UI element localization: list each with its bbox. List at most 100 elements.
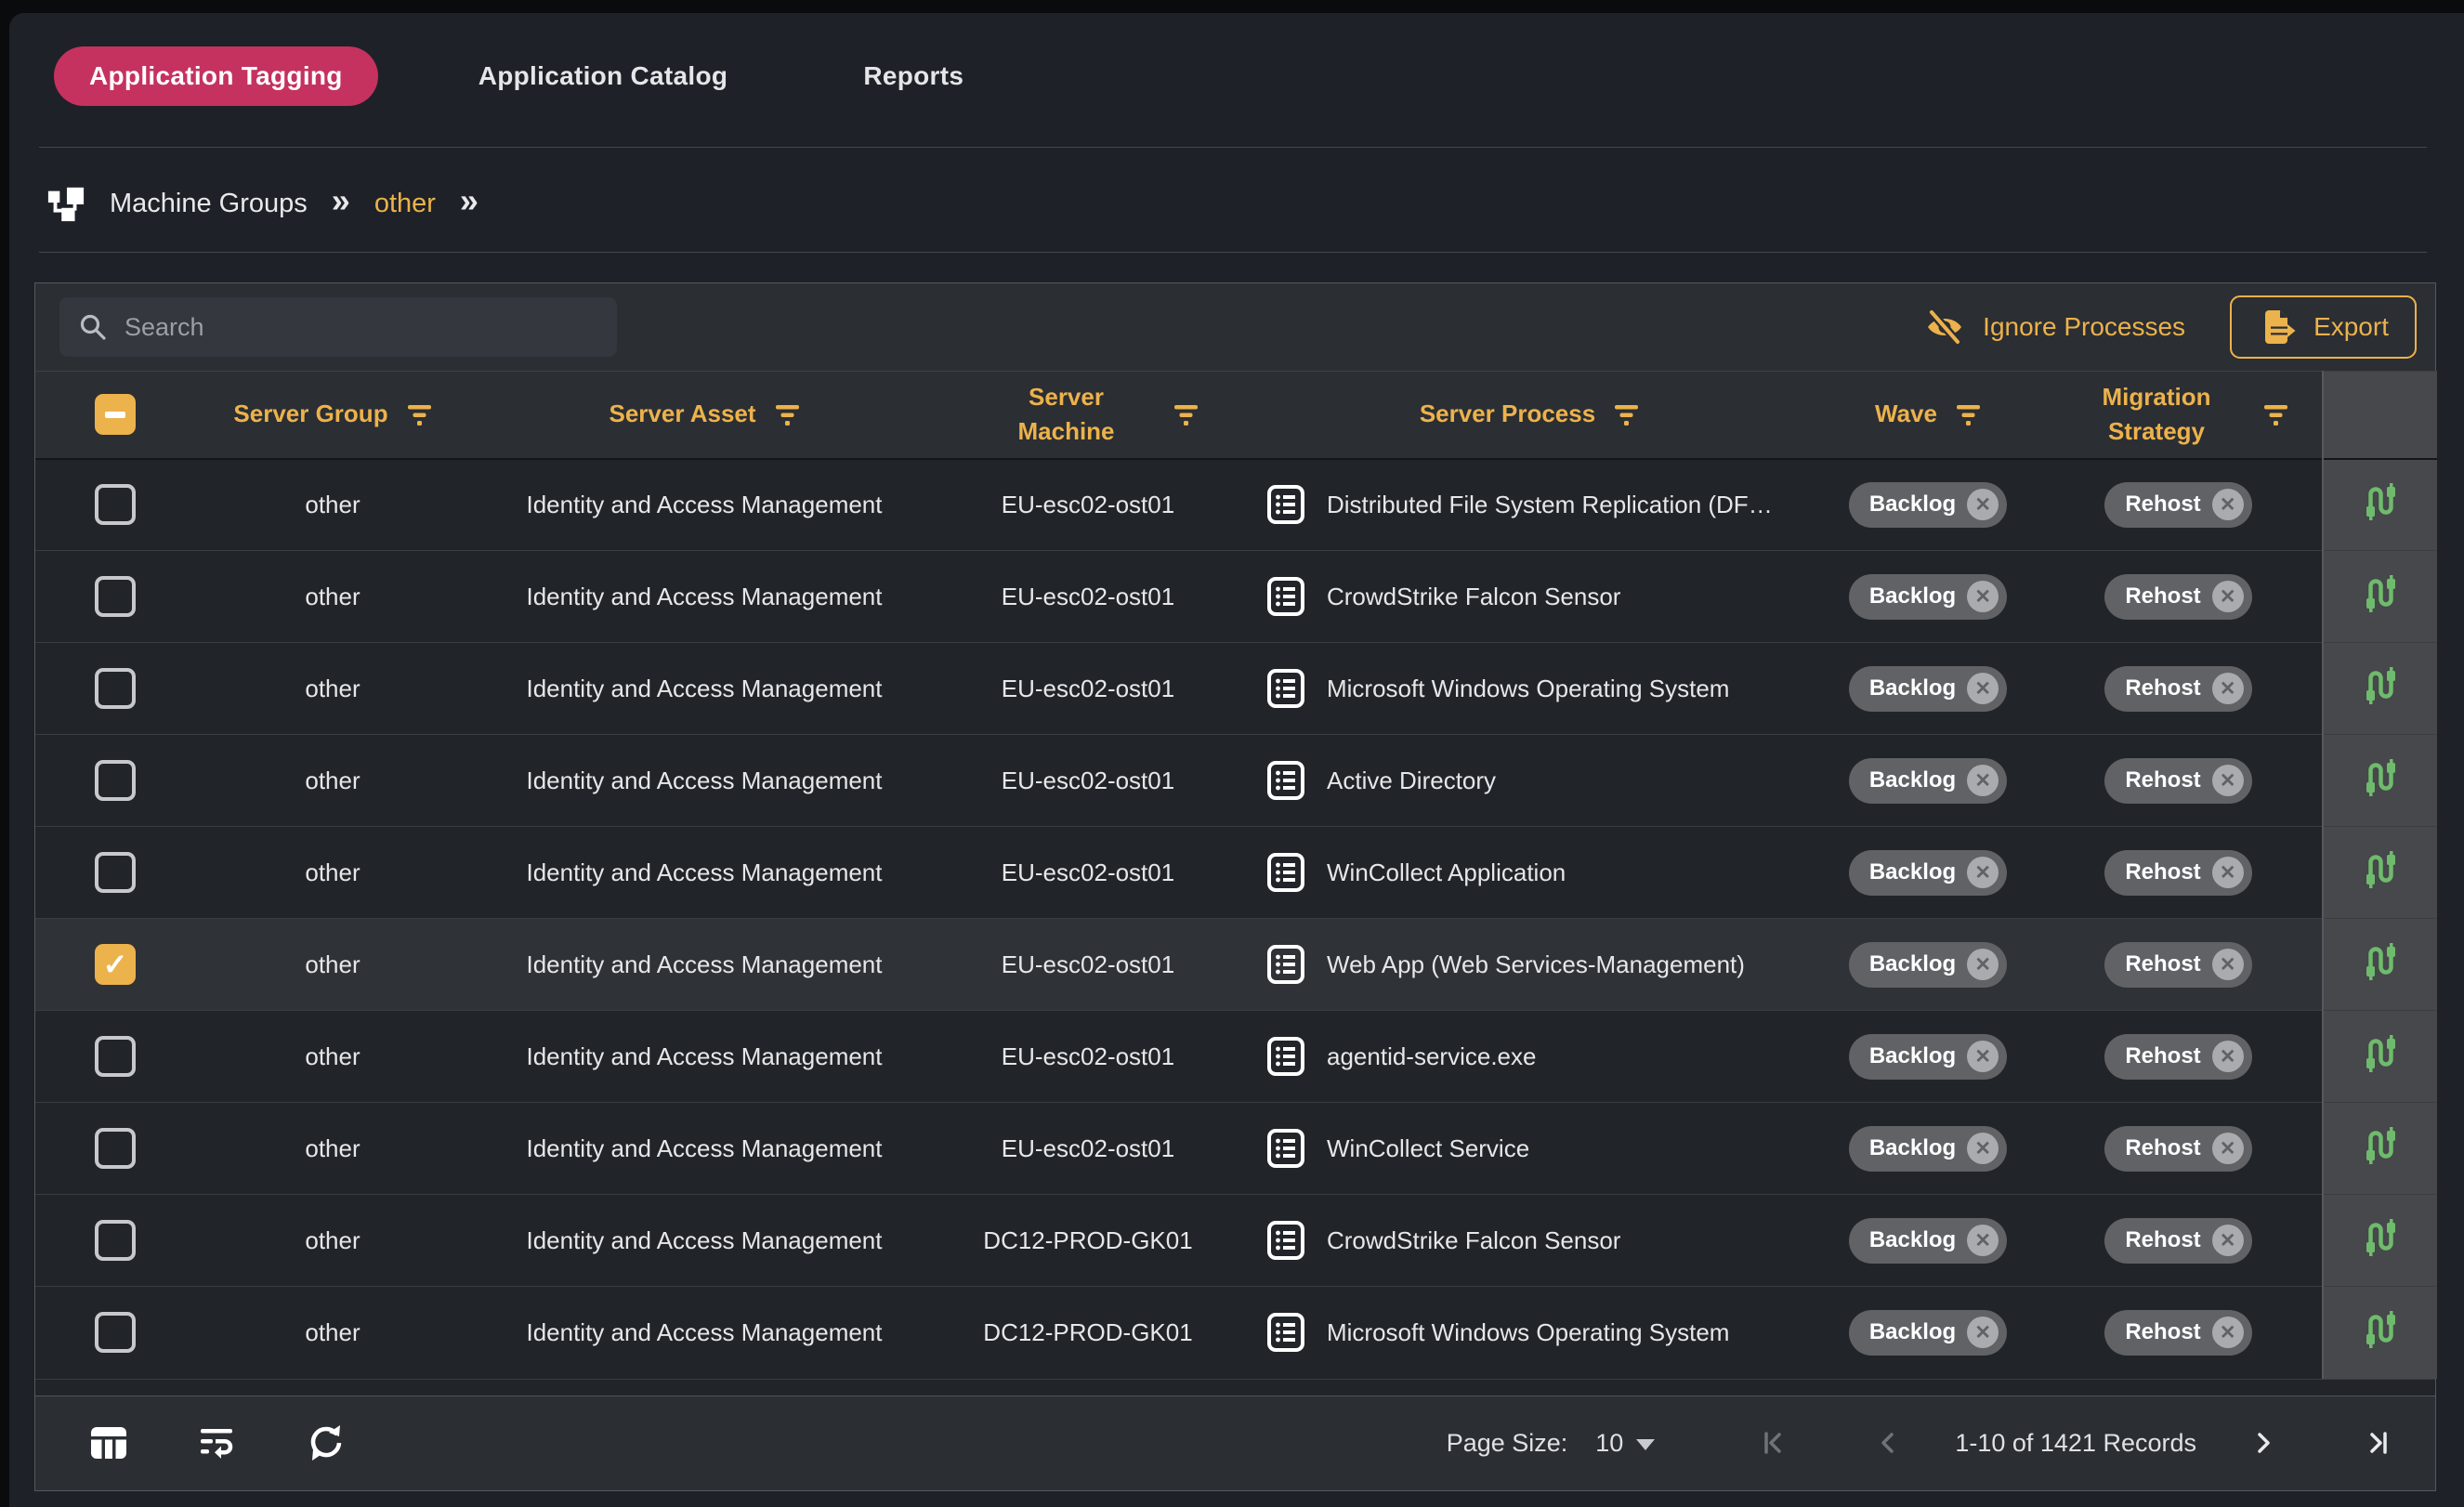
export-icon (2258, 307, 2299, 347)
chip-remove-icon[interactable]: ✕ (1967, 1041, 1999, 1072)
row-checkbox[interactable] (95, 576, 136, 617)
chip-remove-icon[interactable]: ✕ (1967, 857, 1999, 888)
table-row[interactable]: other Identity and Access Management DC1… (35, 1195, 2437, 1287)
search-input[interactable] (125, 313, 598, 342)
next-page-button[interactable] (2248, 1427, 2279, 1459)
migration-strategy-chip[interactable]: Rehost ✕ (2104, 1310, 2251, 1356)
page-size-select[interactable]: 10 (1595, 1429, 1655, 1458)
chip-remove-icon[interactable]: ✕ (1967, 949, 1999, 980)
migration-strategy-chip[interactable]: Rehost ✕ (2104, 482, 2251, 528)
row-checkbox[interactable] (95, 760, 136, 801)
process-connection-icon[interactable] (2358, 479, 2403, 524)
migration-strategy-chip[interactable]: Rehost ✕ (2104, 1218, 2251, 1264)
wave-chip[interactable]: Backlog ✕ (1849, 574, 2007, 620)
process-connection-icon[interactable] (2358, 1123, 2403, 1168)
table-row[interactable]: other Identity and Access Management EU-… (35, 1103, 2437, 1195)
wave-chip[interactable]: Backlog ✕ (1849, 1218, 2007, 1264)
chip-remove-icon[interactable]: ✕ (1967, 673, 1999, 704)
chip-remove-icon[interactable]: ✕ (1967, 489, 1999, 520)
process-connection-icon[interactable] (2358, 571, 2403, 616)
migration-strategy-chip[interactable]: Rehost ✕ (2104, 850, 2251, 896)
process-connection-icon[interactable] (2358, 1031, 2403, 1076)
row-checkbox[interactable] (95, 484, 136, 525)
chip-remove-icon[interactable]: ✕ (1967, 581, 1999, 612)
chip-remove-icon[interactable]: ✕ (1967, 1133, 1999, 1164)
wrap-text-button[interactable] (199, 1425, 236, 1461)
wave-chip[interactable]: Backlog ✕ (1849, 1126, 2007, 1172)
migration-strategy-chip[interactable]: Rehost ✕ (2104, 1126, 2251, 1172)
migration-strategy-chip[interactable]: Rehost ✕ (2104, 942, 2251, 988)
filter-icon[interactable] (1956, 403, 1981, 426)
row-checkbox[interactable] (95, 1220, 136, 1261)
process-connection-icon[interactable] (2358, 755, 2403, 800)
table-row[interactable]: other Identity and Access Management EU-… (35, 827, 2437, 919)
process-connection-icon[interactable] (2358, 1215, 2403, 1260)
first-page-button[interactable] (1757, 1427, 1789, 1459)
chip-remove-icon[interactable]: ✕ (2212, 1317, 2244, 1348)
column-settings-button[interactable] (89, 1425, 128, 1461)
filter-icon[interactable] (2263, 403, 2288, 426)
row-checkbox[interactable] (95, 1036, 136, 1077)
chip-remove-icon[interactable]: ✕ (2212, 1133, 2244, 1164)
chip-remove-icon[interactable]: ✕ (2212, 857, 2244, 888)
filter-icon[interactable] (1614, 403, 1639, 426)
tab-application-tagging[interactable]: Application Tagging (54, 46, 378, 106)
chip-remove-icon[interactable]: ✕ (2212, 581, 2244, 612)
chip-remove-icon[interactable]: ✕ (2212, 1041, 2244, 1072)
chip-remove-icon[interactable]: ✕ (2212, 489, 2244, 520)
tab-reports[interactable]: Reports (828, 46, 999, 106)
table-row[interactable]: other Identity and Access Management EU-… (35, 919, 2437, 1011)
chip-remove-icon[interactable]: ✕ (1967, 1225, 1999, 1256)
chip-remove-icon[interactable]: ✕ (2212, 1225, 2244, 1256)
table-row[interactable]: other Identity and Access Management DC1… (35, 1287, 2437, 1379)
process-connection-icon[interactable] (2358, 847, 2403, 892)
filter-icon[interactable] (407, 403, 432, 426)
wave-chip[interactable]: Backlog ✕ (1849, 942, 2007, 988)
tab-application-catalog[interactable]: Application Catalog (443, 46, 764, 106)
table-row[interactable]: other Identity and Access Management EU-… (35, 643, 2437, 735)
chip-remove-icon[interactable]: ✕ (2212, 673, 2244, 704)
wave-chip[interactable]: Backlog ✕ (1849, 482, 2007, 528)
table-row[interactable]: other Identity and Access Management EU-… (35, 459, 2437, 551)
migration-strategy-chip[interactable]: Rehost ✕ (2104, 1034, 2251, 1080)
ignore-processes-button[interactable]: Ignore Processes (1923, 306, 2185, 348)
migration-strategy-chip[interactable]: Rehost ✕ (2104, 666, 2251, 712)
table-row[interactable]: other Identity and Access Management EU-… (35, 735, 2437, 827)
migration-strategy-chip[interactable]: Rehost ✕ (2104, 574, 2251, 620)
chip-remove-icon[interactable]: ✕ (2212, 949, 2244, 980)
export-label: Export (2313, 312, 2389, 342)
previous-page-button[interactable] (1872, 1427, 1904, 1459)
table-body: other Identity and Access Management EU-… (35, 459, 2437, 1379)
select-all-checkbox[interactable] (95, 394, 136, 435)
chip-remove-icon[interactable]: ✕ (1967, 765, 1999, 796)
wave-chip[interactable]: Backlog ✕ (1849, 1310, 2007, 1356)
table-row[interactable]: other Identity and Access Management EU-… (35, 551, 2437, 643)
first-page-icon (1757, 1427, 1789, 1459)
breadcrumb-root[interactable]: Machine Groups (110, 189, 308, 219)
process-connection-icon[interactable] (2358, 663, 2403, 708)
table-row[interactable]: other Identity and Access Management EU-… (35, 1011, 2437, 1103)
process-connection-icon[interactable] (2358, 1307, 2403, 1352)
cell-server-asset: Identity and Access Management (470, 551, 938, 643)
wave-chip[interactable]: Backlog ✕ (1849, 758, 2007, 804)
chip-remove-icon[interactable]: ✕ (1967, 1317, 1999, 1348)
refresh-button[interactable] (307, 1423, 346, 1462)
row-checkbox[interactable] (95, 852, 136, 893)
row-checkbox[interactable] (95, 1312, 136, 1353)
row-checkbox[interactable] (95, 944, 136, 985)
last-page-button[interactable] (2363, 1427, 2394, 1459)
breadcrumb-current[interactable]: other (374, 189, 436, 219)
filter-icon[interactable] (775, 403, 800, 426)
migration-strategy-chip[interactable]: Rehost ✕ (2104, 758, 2251, 804)
wave-chip[interactable]: Backlog ✕ (1849, 1034, 2007, 1080)
process-connection-icon[interactable] (2358, 939, 2403, 984)
wave-chip[interactable]: Backlog ✕ (1849, 666, 2007, 712)
filter-icon[interactable] (1173, 403, 1199, 426)
wave-chip[interactable]: Backlog ✕ (1849, 850, 2007, 896)
row-checkbox[interactable] (95, 668, 136, 709)
row-checkbox[interactable] (95, 1128, 136, 1169)
search-box[interactable] (59, 297, 617, 357)
table-filler (35, 1379, 2435, 1396)
chip-remove-icon[interactable]: ✕ (2212, 765, 2244, 796)
export-button[interactable]: Export (2230, 295, 2417, 359)
